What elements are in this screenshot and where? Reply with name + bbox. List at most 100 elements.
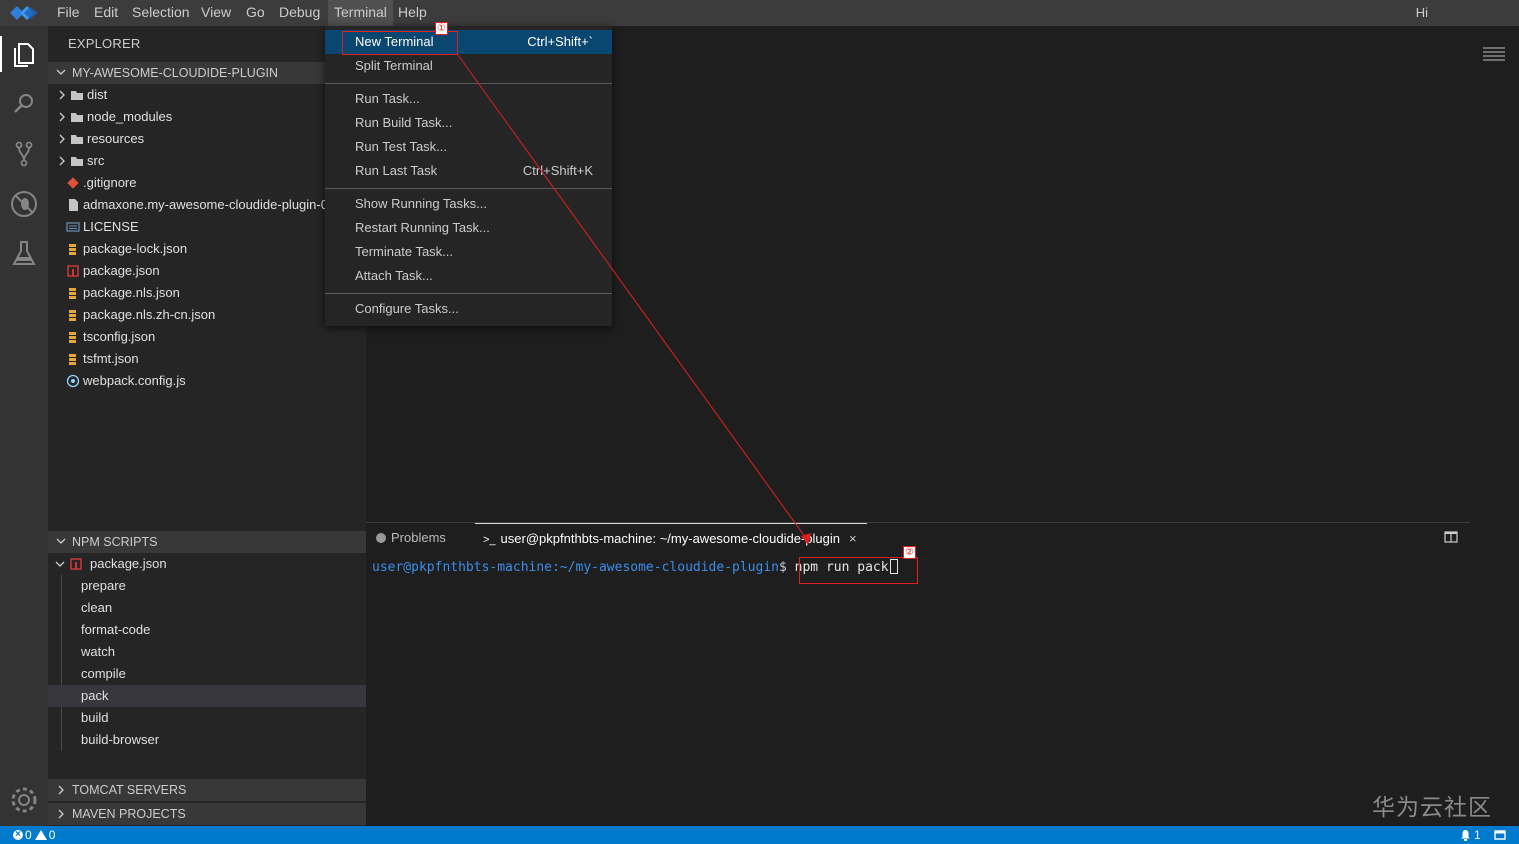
menu-selection[interactable]: Selection xyxy=(126,0,196,26)
tomcat-servers-header[interactable]: TOMCAT SERVERS xyxy=(48,779,366,801)
watermark: 华为云社区 xyxy=(1372,794,1492,820)
npm-script-item[interactable]: format-code xyxy=(48,619,366,641)
tab-problems[interactable]: Problems xyxy=(376,523,446,553)
chevron-down-icon xyxy=(55,561,65,567)
tree-label: resources xyxy=(87,131,145,146)
tree-label: admaxone.my-awesome-cloudide-plugin-0 xyxy=(83,197,328,212)
debug-icon[interactable] xyxy=(8,188,40,220)
menu-item-label: Split Terminal xyxy=(355,58,433,73)
menu-separator xyxy=(325,293,612,294)
tree-label: webpack.config.js xyxy=(83,373,186,388)
outline-list-icon[interactable] xyxy=(1481,44,1507,64)
problems-status[interactable]: × 0 0 xyxy=(13,826,55,844)
tree-file-package-nls-zh[interactable]: package.nls.zh-cn.json xyxy=(48,304,366,326)
npm-script-item[interactable]: build xyxy=(48,707,366,729)
menu-run-test-task[interactable]: Run Test Task... xyxy=(325,135,612,159)
npm-script-item[interactable]: clean xyxy=(48,597,366,619)
menu-attach-task[interactable]: Attach Task... xyxy=(325,264,612,288)
title-bar: File Edit Selection View Go Debug Termin… xyxy=(0,0,1519,26)
menu-view[interactable]: View xyxy=(195,0,237,26)
menu-split-terminal[interactable]: Split Terminal xyxy=(325,54,612,78)
source-control-icon[interactable] xyxy=(8,138,40,170)
sidebar-title: EXPLORER xyxy=(68,36,141,51)
menu-debug[interactable]: Debug xyxy=(273,0,326,26)
chevron-right-icon xyxy=(59,156,65,166)
json-icon xyxy=(69,288,76,299)
menu-separator xyxy=(325,188,612,189)
tree-folder-src[interactable]: src xyxy=(48,150,366,172)
feedback-icon[interactable] xyxy=(1494,830,1506,840)
tree-file-gitignore[interactable]: .gitignore xyxy=(48,172,366,194)
script-label: build-browser xyxy=(81,732,160,747)
menu-terminate-task[interactable]: Terminate Task... xyxy=(325,240,612,264)
tree-label: package.json xyxy=(83,263,160,278)
active-indicator xyxy=(0,36,2,72)
npm-script-item[interactable]: compile xyxy=(48,663,366,685)
split-terminal-icon[interactable] xyxy=(1444,531,1458,543)
tree-file-package-lock[interactable]: package-lock.json xyxy=(48,238,366,260)
menu-restart-running-task[interactable]: Restart Running Task... xyxy=(325,216,612,240)
menu-show-running-tasks[interactable]: Show Running Tasks... xyxy=(325,192,612,216)
tree-label: src xyxy=(87,153,105,168)
tab-problems-label: Problems xyxy=(391,530,446,545)
app-logo-icon xyxy=(10,6,38,20)
status-bar: × 0 0 1 xyxy=(0,826,1519,844)
annotation-marker-2: ② xyxy=(903,546,916,559)
npm-script-item[interactable]: watch xyxy=(48,641,366,663)
tree-file-license[interactable]: LICENSE xyxy=(48,216,366,238)
notifications-status[interactable]: 1 xyxy=(1460,826,1481,844)
test-flask-icon[interactable] xyxy=(8,238,40,270)
terminal-prompt-symbol: $ xyxy=(779,560,787,575)
tree-folder-dist[interactable]: dist xyxy=(48,84,366,106)
npm-package-node[interactable]: package.json xyxy=(48,553,366,575)
menu-run-task[interactable]: Run Task... xyxy=(325,87,612,111)
terminal-user: user@pkpfnthbts-machine xyxy=(372,560,553,575)
npm-scripts-header[interactable]: NPM SCRIPTS xyxy=(48,531,366,553)
tree-file-package-json[interactable]: package.json xyxy=(48,260,366,282)
close-tab-icon[interactable]: × xyxy=(849,531,857,546)
terminal-path: :~/my-awesome-cloudide-plugin xyxy=(552,560,779,575)
folder-icon xyxy=(71,157,83,166)
explorer-icon[interactable] xyxy=(8,38,40,70)
explorer-sidebar: EXPLORER MY-AWESOME-CLOUDIDE-PLUGIN dist… xyxy=(48,26,366,826)
tree-file-vsix[interactable]: admaxone.my-awesome-cloudide-plugin-0 xyxy=(48,194,366,216)
menu-run-build-task[interactable]: Run Build Task... xyxy=(325,111,612,135)
tree-folder-resources[interactable]: resources xyxy=(48,128,366,150)
npm-icon xyxy=(67,265,79,277)
maven-projects-header[interactable]: MAVEN PROJECTS xyxy=(48,803,366,825)
menu-item-shortcut: Ctrl+Shift+K xyxy=(522,163,593,178)
tree-label: package.nls.zh-cn.json xyxy=(83,307,216,322)
tab-terminal[interactable]: >_ user@pkpfnthbts-machine: ~/my-awesome-… xyxy=(475,523,867,553)
chevron-right-icon xyxy=(59,90,65,100)
notification-count: 1 xyxy=(1474,828,1481,842)
warning-count: 0 xyxy=(48,828,56,842)
project-section-header[interactable]: MY-AWESOME-CLOUDIDE-PLUGIN xyxy=(48,62,366,84)
npm-script-item[interactable]: prepare xyxy=(48,575,366,597)
tree-file-tsfmt[interactable]: tsfmt.json xyxy=(48,348,366,370)
menu-terminal[interactable]: Terminal xyxy=(328,0,393,26)
menu-file[interactable]: File xyxy=(51,0,86,26)
tree-file-tsconfig[interactable]: tsconfig.json xyxy=(48,326,366,348)
bell-icon xyxy=(1461,830,1470,841)
error-icon: × xyxy=(13,829,23,840)
search-icon[interactable] xyxy=(8,88,40,120)
tree-file-package-nls[interactable]: package.nls.json xyxy=(48,282,366,304)
license-icon xyxy=(66,222,80,232)
menu-item-label: Run Build Task... xyxy=(355,115,453,130)
menu-go[interactable]: Go xyxy=(240,0,271,26)
menu-configure-tasks[interactable]: Configure Tasks... xyxy=(325,297,612,321)
json-icon xyxy=(69,354,76,365)
json-icon xyxy=(69,310,76,321)
menu-help[interactable]: Help xyxy=(392,0,433,26)
tree-file-webpack[interactable]: webpack.config.js xyxy=(48,370,366,392)
user-greeting[interactable]: Hi xyxy=(1416,0,1428,26)
npm-script-item-selected[interactable]: pack xyxy=(48,685,366,707)
npm-scripts-title: NPM SCRIPTS xyxy=(72,535,158,549)
settings-gear-icon[interactable] xyxy=(8,784,40,816)
script-label: build xyxy=(81,710,109,725)
menu-edit[interactable]: Edit xyxy=(88,0,124,26)
menu-run-last-task[interactable]: Run Last Task Ctrl+Shift+K xyxy=(325,159,612,183)
annotation-box-command xyxy=(799,557,918,584)
tree-folder-node-modules[interactable]: node_modules xyxy=(48,106,366,128)
npm-script-item[interactable]: build-browser xyxy=(48,729,366,751)
